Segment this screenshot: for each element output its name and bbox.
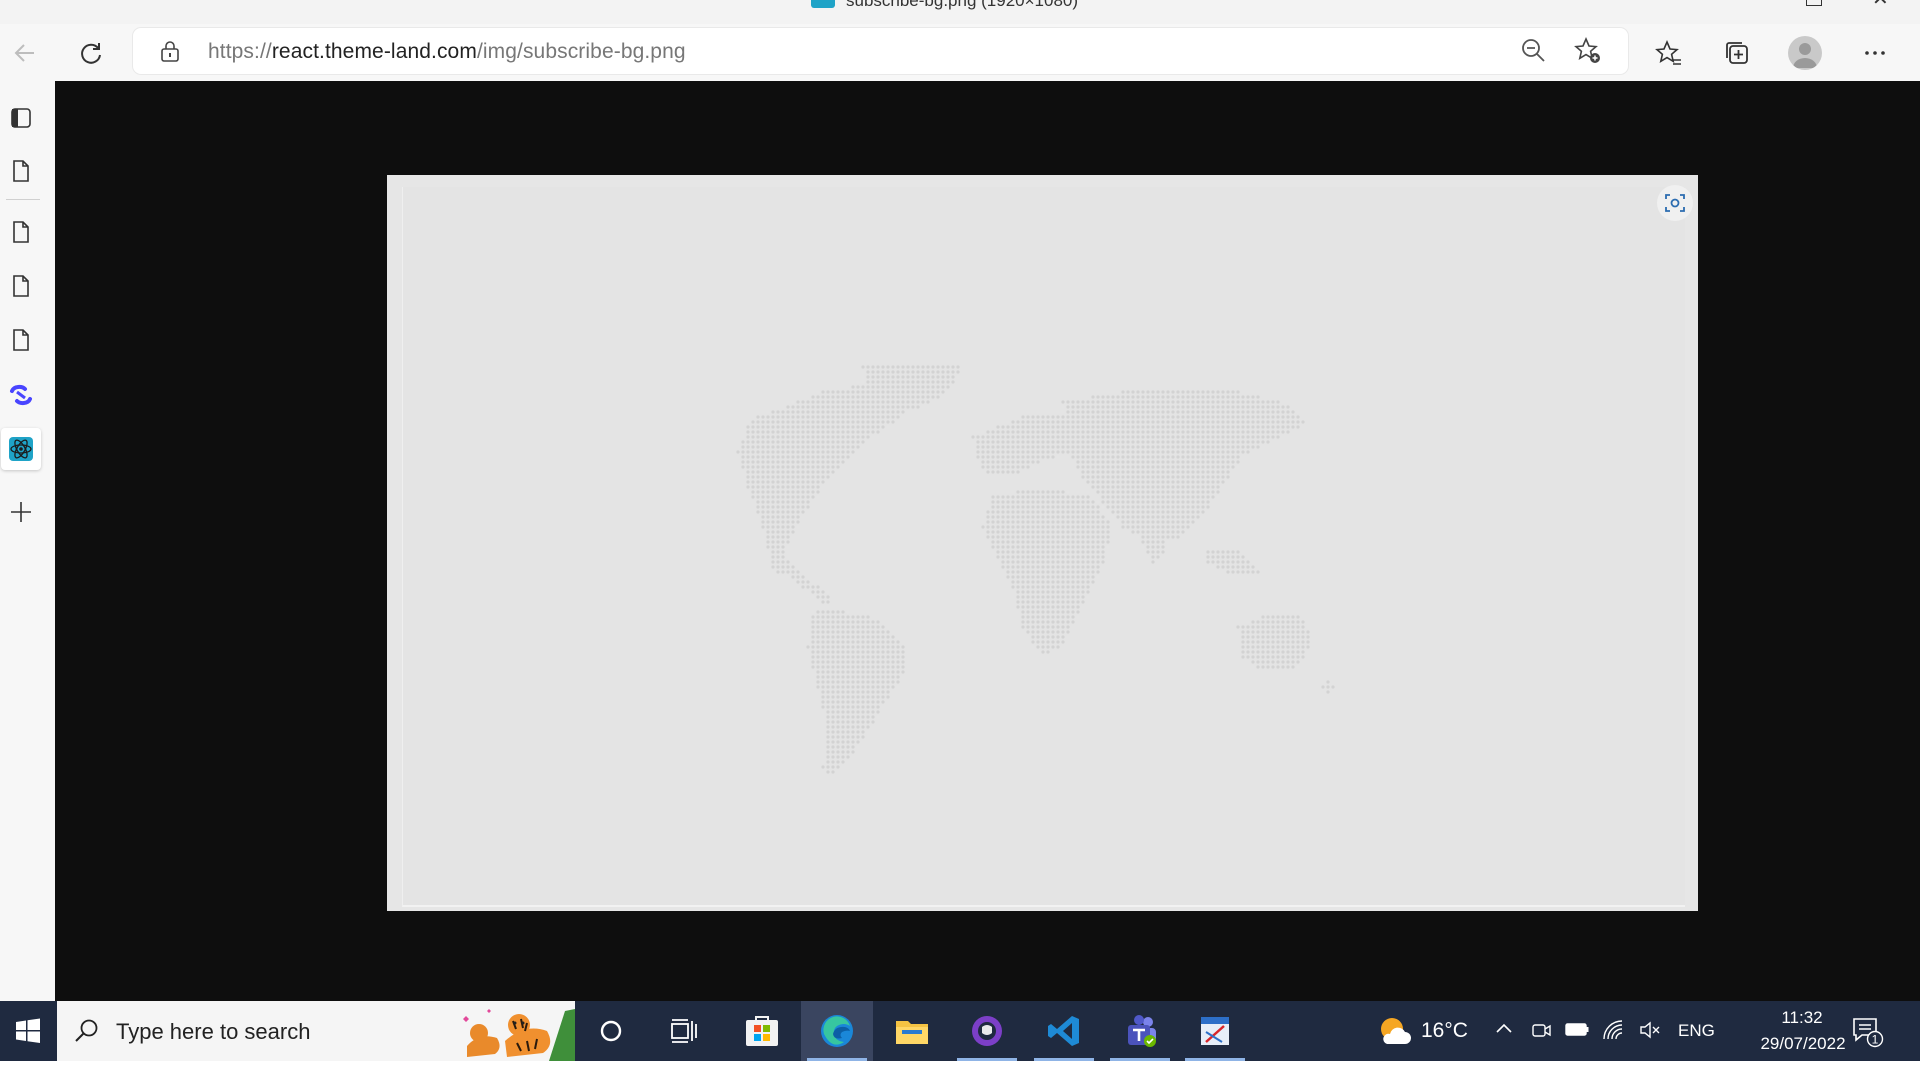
page-icon[interactable] [0,265,42,307]
weather-widget[interactable]: 16°C [1377,1001,1468,1061]
notification-count: 1 [1872,1033,1879,1047]
battery-icon[interactable] [1564,1019,1590,1044]
edge-icon[interactable] [801,1001,873,1061]
clock-time[interactable]: 11:32 [1757,1008,1847,1028]
address-bar[interactable]: https://react.theme-land.com/img/subscri… [133,28,1628,74]
meet-now-icon[interactable] [1530,1019,1552,1046]
windows-start-icon[interactable] [0,1001,55,1061]
sidebar-divider [6,199,40,200]
page-icon[interactable] [0,150,42,192]
page-icon[interactable] [0,319,42,361]
restore-window-icon[interactable] [1806,0,1822,6]
image-viewer-viewport [55,81,1920,1001]
strapi-icon[interactable] [0,374,42,416]
tab-actions-icon[interactable] [0,97,42,139]
volume-muted-icon[interactable] [1638,1019,1662,1046]
input-language[interactable]: ENG [1678,1021,1715,1041]
lock-icon[interactable] [159,39,181,68]
profile-icon[interactable] [1788,36,1822,70]
react-favicon-icon [811,0,835,8]
zoom-out-icon[interactable] [1519,36,1547,69]
displayed-image[interactable] [387,175,1698,911]
show-hidden-icons-chevron-icon[interactable] [1494,1019,1514,1044]
world-map-dotted [736,365,1335,774]
image-canvas [402,187,1685,907]
wifi-icon[interactable] [1602,1019,1626,1046]
refresh-icon[interactable] [74,36,108,70]
search-highlight-tigers-illustration [457,1001,575,1061]
more-icon[interactable] [1858,36,1892,70]
visual-search-icon[interactable] [1657,185,1693,221]
screen-bottom-edge [0,1061,1920,1080]
favorites-icon[interactable] [1652,36,1686,70]
add-favorite-icon[interactable] [1573,36,1603,71]
taskbar-search-box[interactable]: Type here to search [57,1001,575,1061]
search-icon [74,1018,100,1049]
cortana-icon[interactable] [575,1001,647,1061]
search-placeholder: Type here to search [116,1019,311,1044]
microsoft-store-icon[interactable] [726,1001,798,1061]
back-arrow-icon[interactable] [8,36,42,70]
snipping-tool-icon[interactable] [1179,1001,1251,1061]
new-tab-plus-icon[interactable] [0,491,42,533]
weather-temperature: 16°C [1421,1019,1468,1042]
windows-taskbar: Type here to search 16°C ENG 11:32 29/07… [0,1001,1920,1061]
task-view-icon[interactable] [648,1001,720,1061]
close-window-icon[interactable]: ✕ [1872,0,1889,11]
window-title: subscribe-bg.png (1920×1080) [846,0,1079,10]
react-icon[interactable] [1,428,41,470]
file-explorer-icon[interactable] [876,1001,948,1061]
notification-center-icon[interactable]: 1 [1850,1015,1884,1054]
window-titlebar: subscribe-bg.png (1920×1080) ✕ [0,0,1920,24]
github-desktop-icon[interactable] [951,1001,1023,1061]
teams-icon[interactable] [1104,1001,1176,1061]
browser-toolbar: https://react.theme-land.com/img/subscri… [0,24,1920,81]
vertical-tabs-sidebar [0,81,56,1001]
url-text[interactable]: https://react.theme-land.com/img/subscri… [208,40,686,64]
weather-sun-cloud-icon [1381,1018,1411,1044]
vscode-icon[interactable] [1028,1001,1100,1061]
page-icon[interactable] [0,211,42,253]
collections-icon[interactable] [1720,36,1754,70]
